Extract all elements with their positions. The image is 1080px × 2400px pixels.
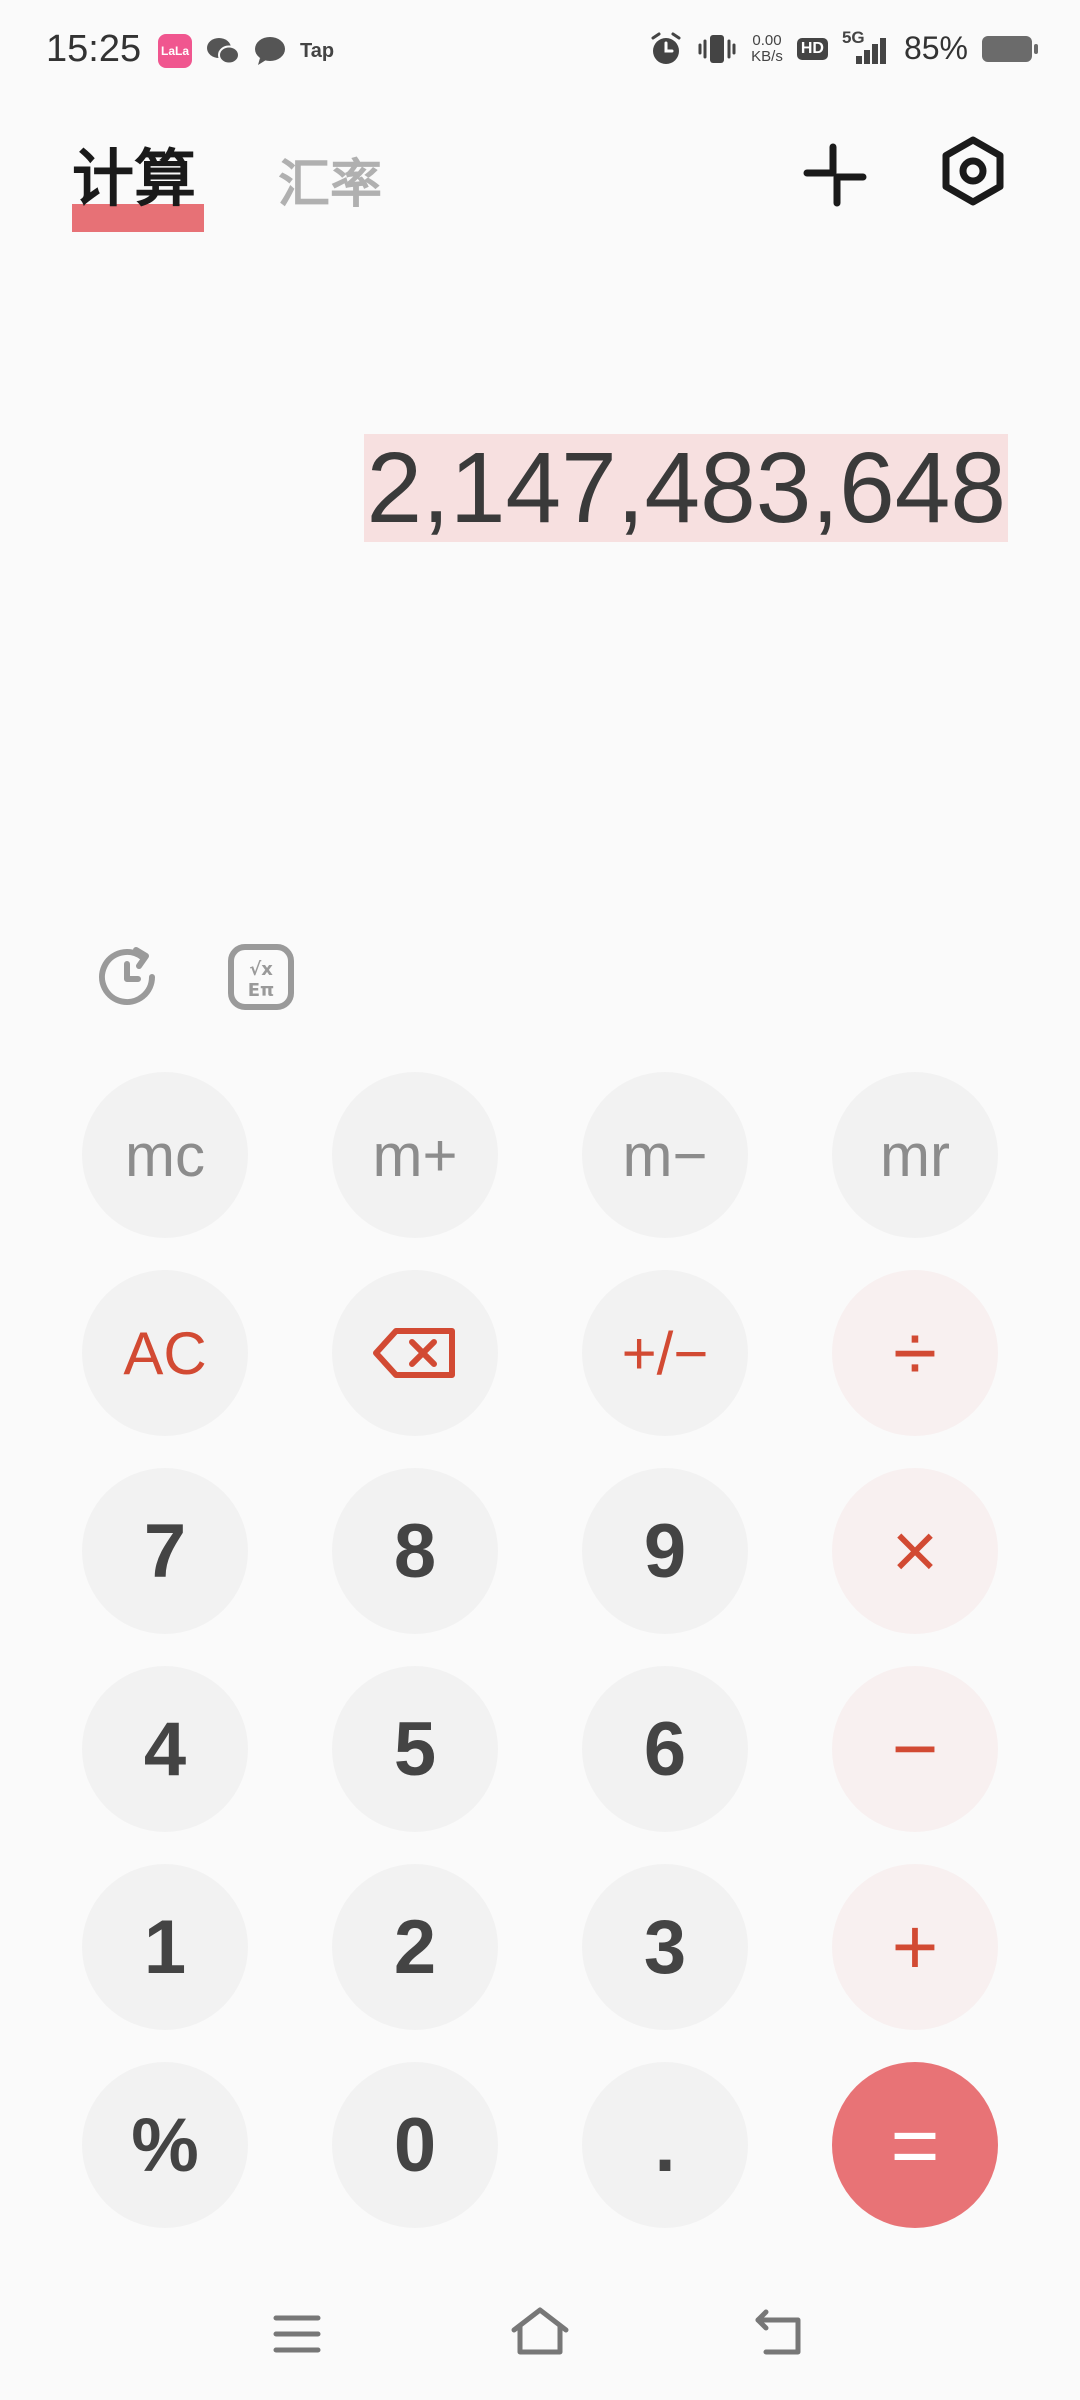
settings-button[interactable] bbox=[938, 136, 1008, 206]
wechat-icon bbox=[207, 38, 240, 65]
tab-calculate[interactable]: 计算 bbox=[72, 128, 196, 218]
home-icon bbox=[511, 2307, 569, 2355]
nav-home-button[interactable] bbox=[508, 2304, 572, 2365]
keypad: mc m+ m− mr AC +/− ÷ 7 8 9 × 4 5 6 − 1 2… bbox=[82, 1072, 1000, 2228]
percent-button[interactable]: % bbox=[82, 2062, 248, 2228]
vibrate-icon bbox=[698, 34, 736, 63]
hd-voice-badge: HD bbox=[796, 37, 828, 60]
signal-5g-icon: 5G bbox=[842, 28, 890, 66]
scientific-calculator-icon: √x Eπ bbox=[228, 944, 294, 1010]
taptap-icon: Tap bbox=[300, 39, 335, 62]
battery-percent: 85% bbox=[903, 30, 968, 66]
collapse-button[interactable] bbox=[800, 140, 870, 210]
digit-1-button[interactable]: 1 bbox=[82, 1864, 248, 2030]
scientific-mode-button[interactable]: √x Eπ bbox=[226, 942, 296, 1012]
digit-8-button[interactable]: 8 bbox=[332, 1468, 498, 1634]
sign-toggle-button[interactable]: +/− bbox=[582, 1270, 748, 1436]
digit-3-button[interactable]: 3 bbox=[582, 1864, 748, 2030]
digit-7-button[interactable]: 7 bbox=[82, 1468, 248, 1634]
back-icon bbox=[755, 2309, 801, 2355]
tab-exchange-rate[interactable]: 汇率 bbox=[278, 142, 382, 217]
backspace-icon bbox=[373, 1328, 455, 1378]
digit-5-button[interactable]: 5 bbox=[332, 1666, 498, 1832]
decimal-button[interactable]: . bbox=[582, 2062, 748, 2228]
history-icon bbox=[99, 947, 155, 1005]
backspace-button[interactable] bbox=[332, 1270, 498, 1436]
lala-app-icon: LaLa bbox=[158, 34, 192, 68]
nav-back-button[interactable] bbox=[752, 2308, 808, 2363]
svg-text:Eπ: Eπ bbox=[248, 980, 275, 1001]
notification-icons: LaLa Tap bbox=[158, 34, 334, 68]
nav-menu-button[interactable] bbox=[272, 2312, 322, 2361]
ac-button[interactable]: AC bbox=[82, 1270, 248, 1436]
alarm-icon bbox=[651, 32, 681, 64]
mr-button[interactable]: mr bbox=[832, 1072, 998, 1238]
network-speed: 0.00 KB/s bbox=[751, 31, 783, 65]
result-display: 2,147,483,648 bbox=[364, 432, 1008, 544]
collapse-icon bbox=[803, 143, 867, 207]
multiply-button[interactable]: × bbox=[832, 1468, 998, 1634]
status-time: 15:25 bbox=[46, 28, 142, 70]
m-plus-button[interactable]: m+ bbox=[332, 1072, 498, 1238]
navigation-bar bbox=[0, 2300, 1080, 2370]
digit-4-button[interactable]: 4 bbox=[82, 1666, 248, 1832]
status-bar: 15:25 LaLa Tap 0.00 KB/s HD 5G 85% bbox=[0, 0, 1080, 110]
menu-icon bbox=[273, 2315, 321, 2353]
mc-button[interactable]: mc bbox=[82, 1072, 248, 1238]
message-icon bbox=[255, 37, 285, 65]
digit-2-button[interactable]: 2 bbox=[332, 1864, 498, 2030]
m-minus-button[interactable]: m− bbox=[582, 1072, 748, 1238]
divide-button[interactable]: ÷ bbox=[832, 1270, 998, 1436]
battery-icon bbox=[982, 35, 1038, 62]
history-button[interactable] bbox=[92, 942, 162, 1012]
system-icons: 0.00 KB/s HD 5G 85% bbox=[649, 28, 1038, 67]
settings-icon bbox=[942, 136, 1004, 206]
digit-6-button[interactable]: 6 bbox=[582, 1666, 748, 1832]
svg-text:√x: √x bbox=[249, 959, 273, 980]
digit-9-button[interactable]: 9 bbox=[582, 1468, 748, 1634]
digit-0-button[interactable]: 0 bbox=[332, 2062, 498, 2228]
minus-button[interactable]: − bbox=[832, 1666, 998, 1832]
plus-button[interactable]: + bbox=[832, 1864, 998, 2030]
equals-button[interactable]: = bbox=[832, 2062, 998, 2228]
